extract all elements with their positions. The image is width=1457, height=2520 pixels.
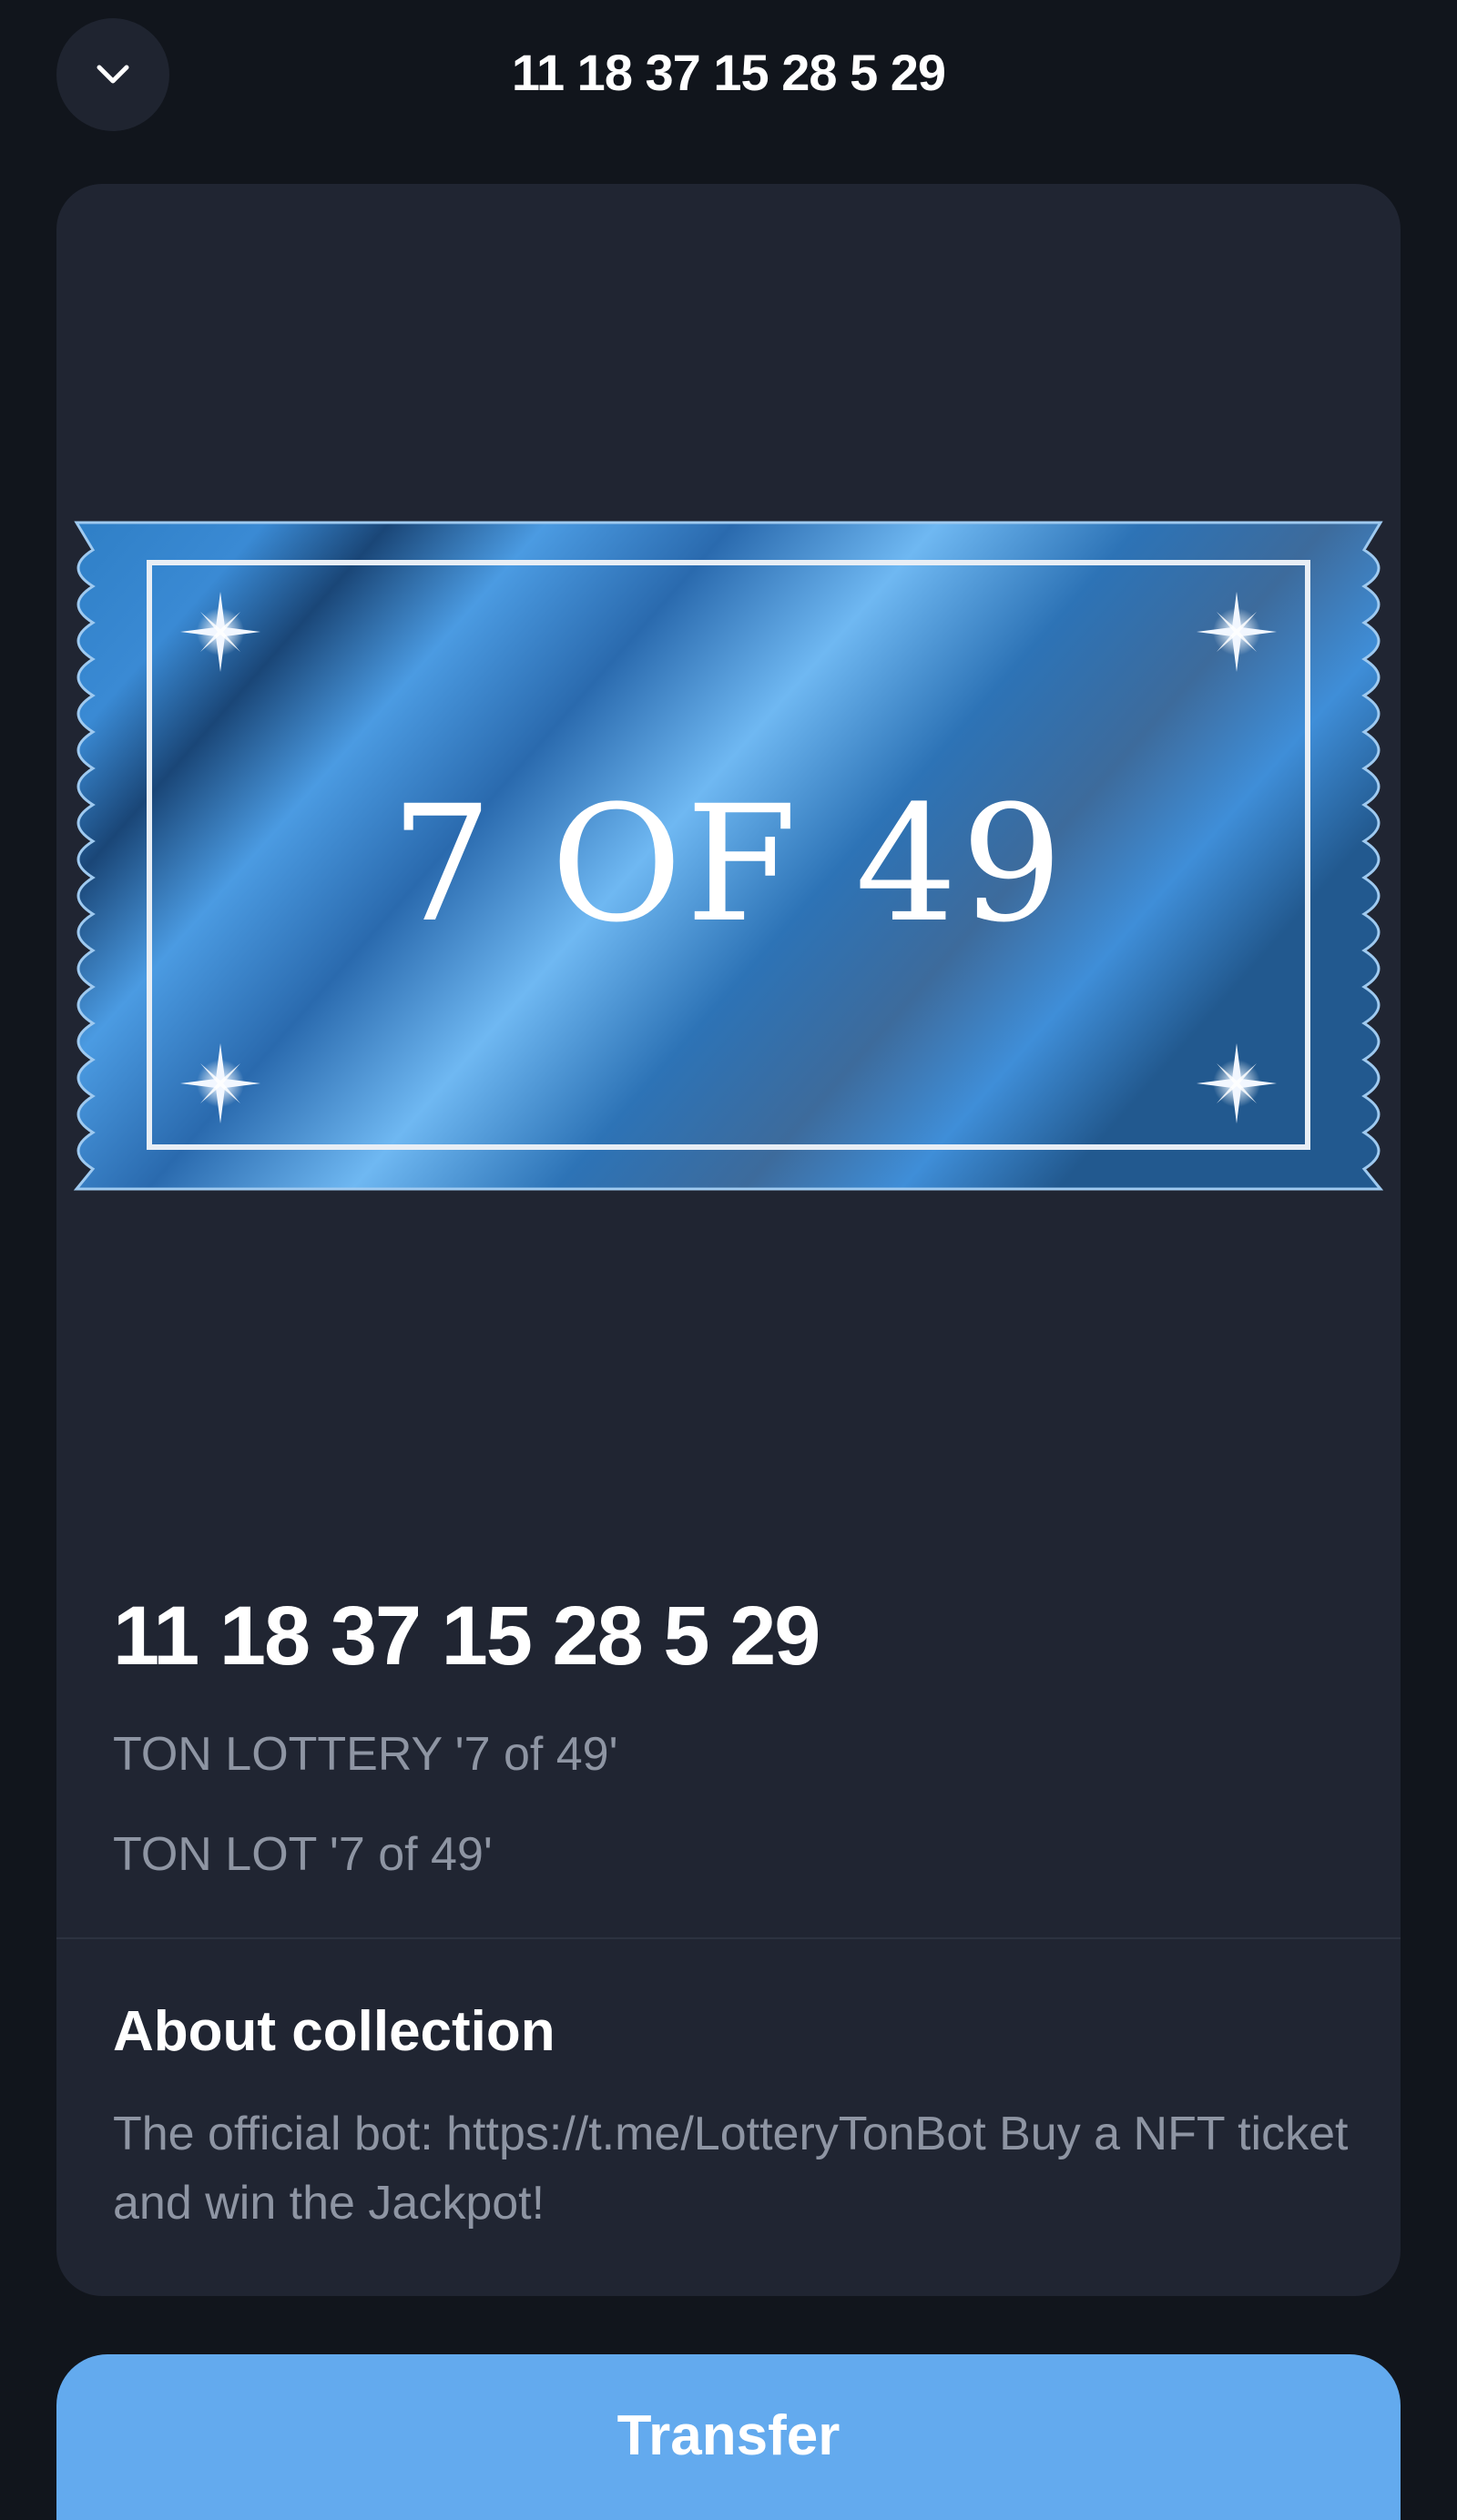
- header-title: 11 18 37 15 28 5 29: [511, 44, 946, 101]
- nft-detail-screen: 11 18 37 15 28 5 29 7 OF 49 11 18 37 15 …: [0, 0, 1457, 2520]
- divider: [56, 1937, 1401, 1939]
- collection-name[interactable]: TON LOTTERY '7 of 49': [113, 1722, 618, 1786]
- nft-card: 7 OF 49 11 18 37 15 28 5 29 TON LOTTERY …: [56, 184, 1401, 2296]
- transfer-button[interactable]: Transfer: [56, 2354, 1401, 2520]
- collection-short-name: TON LOT '7 of 49': [113, 1828, 493, 1881]
- nft-name: 11 18 37 15 28 5 29: [113, 1590, 820, 1682]
- ticket-text: 7 OF 49: [391, 771, 1066, 958]
- ticket-image: 7 OF 49: [66, 519, 1391, 1193]
- about-collection-title: About collection: [113, 2000, 555, 2063]
- transfer-label: Transfer: [616, 2404, 841, 2467]
- about-collection-text: The official bot: https://t.me/LotteryTo…: [113, 2108, 1349, 2230]
